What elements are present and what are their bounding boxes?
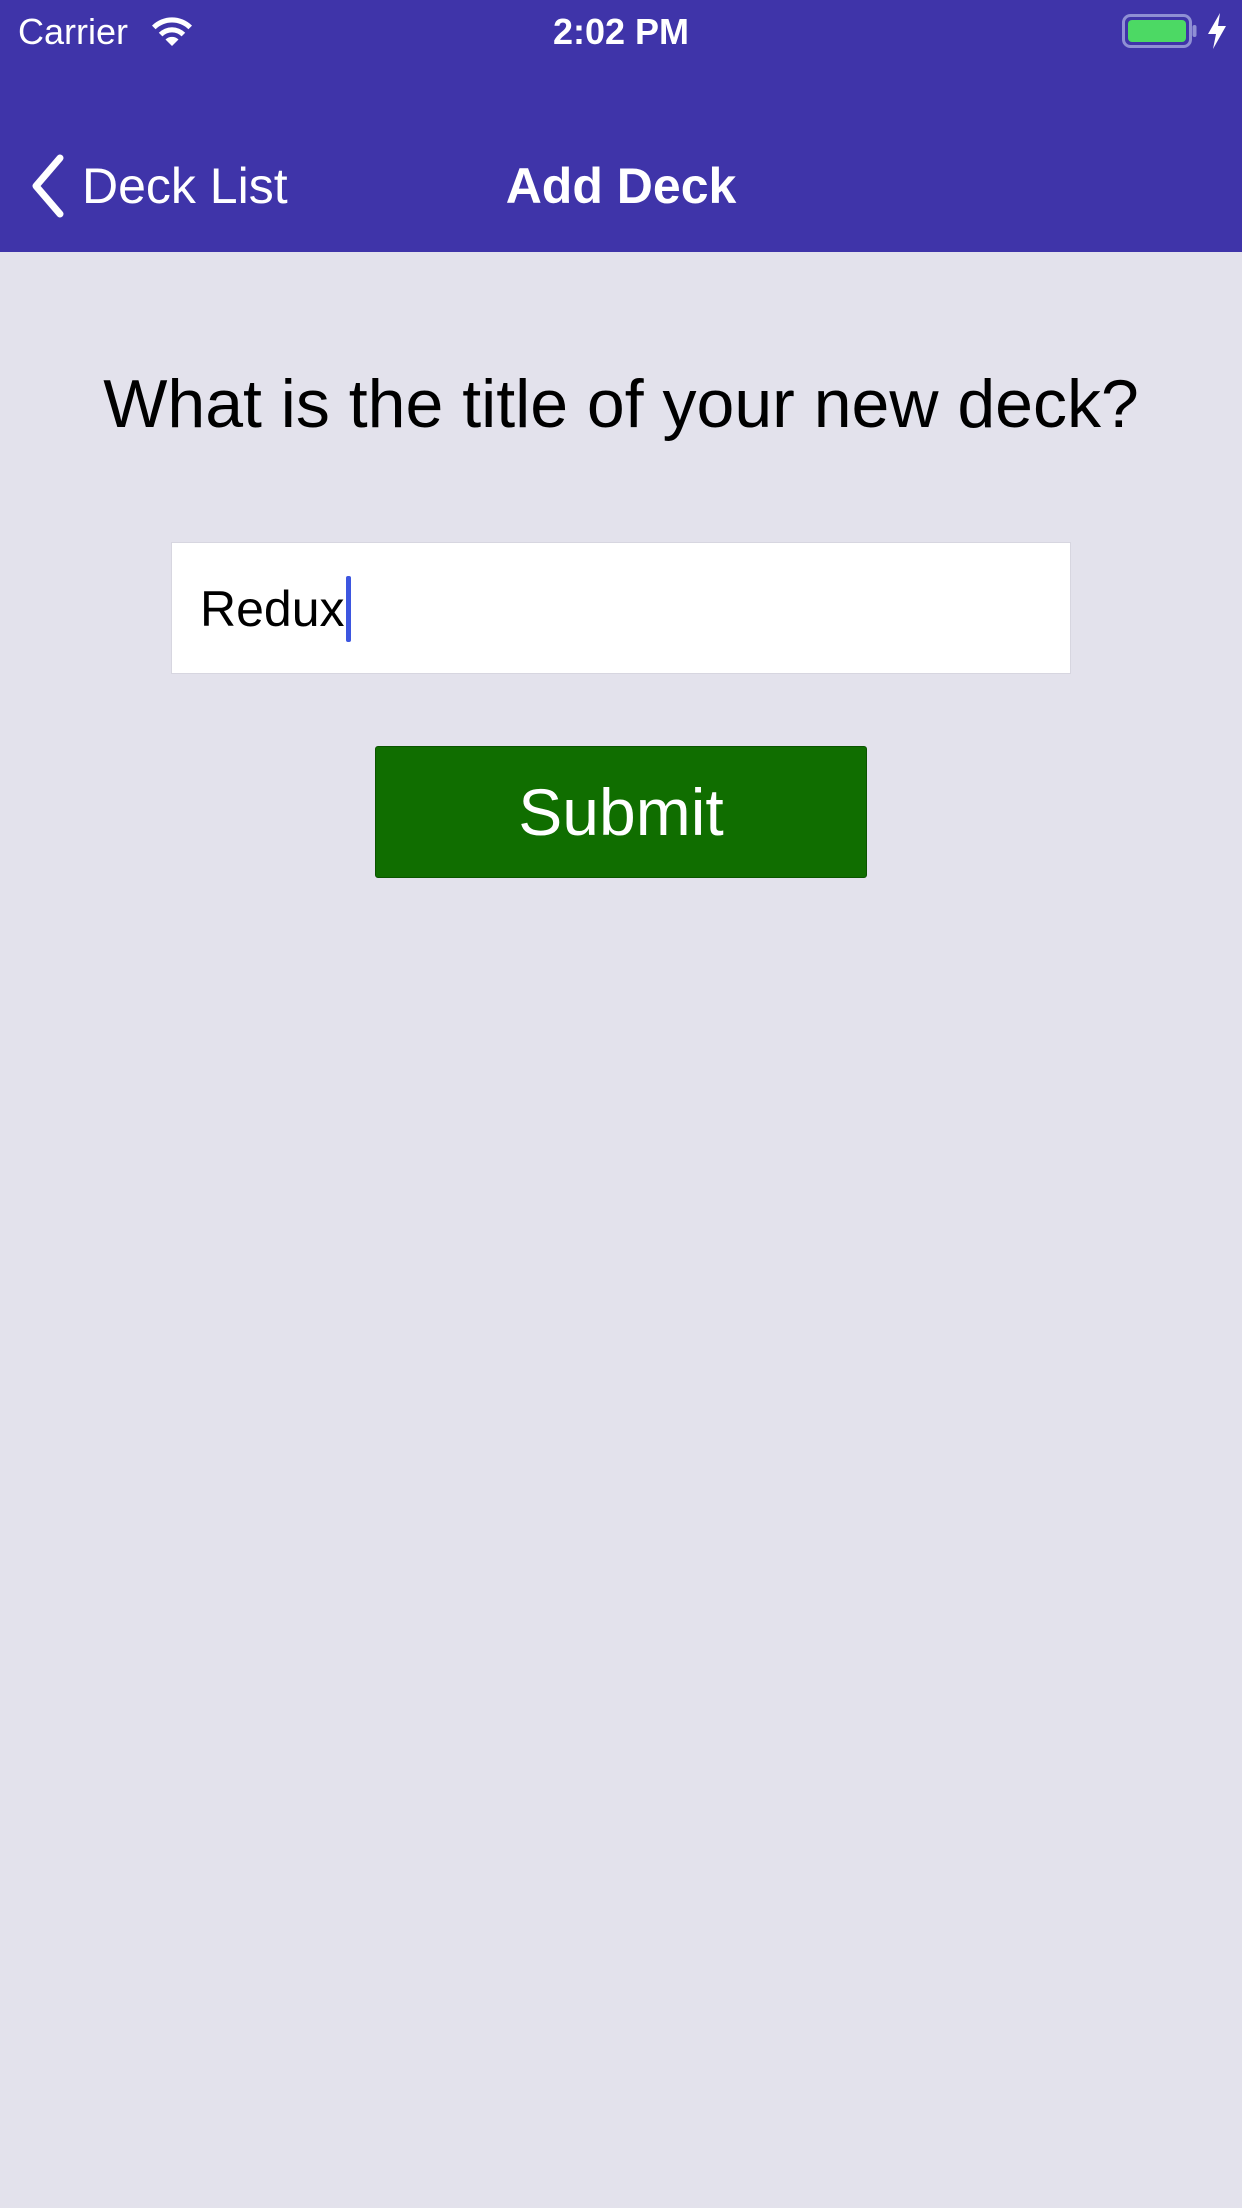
status-time: 2:02 PM bbox=[552, 11, 690, 52]
app-header: Carrier 2:02 PM Deck List Add Deck bbox=[0, 0, 1242, 252]
page-title: Add Deck bbox=[505, 158, 737, 214]
charging-bolt-icon bbox=[1208, 13, 1226, 49]
battery-charging-icon bbox=[1122, 14, 1197, 48]
deck-title-input-value: Redux bbox=[200, 581, 345, 637]
navigation-bar: Deck List Add Deck bbox=[0, 120, 1242, 252]
text-caret bbox=[345, 576, 351, 642]
deck-title-prompt: What is the title of your new deck? bbox=[103, 366, 1139, 442]
submit-button[interactable]: Submit bbox=[375, 746, 867, 878]
deck-title-input[interactable]: Redux bbox=[171, 542, 1071, 674]
status-bar: Carrier 2:02 PM bbox=[0, 0, 1242, 62]
